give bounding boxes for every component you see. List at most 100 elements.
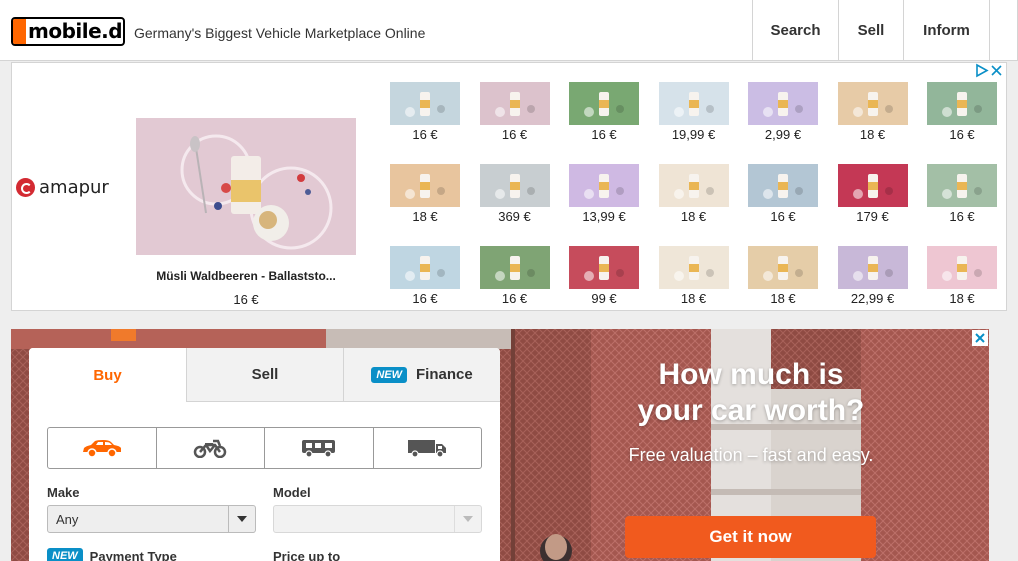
product-price: 18 €: [859, 127, 886, 142]
product-tile[interactable]: 18 €: [390, 164, 460, 246]
car-icon: [82, 440, 121, 458]
product-tile[interactable]: 19,99 €: [658, 82, 729, 164]
model-select[interactable]: [273, 505, 482, 533]
product-tile[interactable]: 18 €: [927, 246, 997, 328]
model-select-toggle[interactable]: [454, 506, 481, 532]
nav-sell[interactable]: Sell: [838, 0, 903, 61]
product-price: 18 €: [680, 291, 707, 306]
amapur-logo-icon: [16, 178, 35, 197]
product-tile[interactable]: 16 €: [479, 246, 550, 328]
product-image[interactable]: [837, 82, 908, 125]
product-price: 16 €: [949, 209, 975, 224]
featured-product-image[interactable]: [136, 118, 356, 255]
product-tile[interactable]: 16 €: [479, 82, 550, 164]
model-label: Model: [273, 485, 311, 500]
product-image[interactable]: [569, 164, 639, 207]
mobile-de-logo[interactable]: mobile.de: [11, 17, 125, 46]
product-tile[interactable]: 16 €: [390, 82, 460, 164]
product-tile[interactable]: 16 €: [748, 164, 818, 246]
product-price: 18 €: [949, 291, 975, 306]
product-tile[interactable]: 18 €: [658, 164, 729, 246]
price-up-to-label: Price up to: [273, 549, 341, 561]
tab-sell[interactable]: Sell: [186, 348, 343, 402]
tagline: Germany's Biggest Vehicle Marketplace On…: [134, 25, 426, 41]
product-tile[interactable]: 13,99 €: [569, 164, 639, 246]
product-image[interactable]: [390, 246, 460, 289]
product-tile[interactable]: 179 €: [837, 164, 908, 246]
product-image[interactable]: [569, 246, 639, 289]
product-image[interactable]: [748, 82, 818, 125]
product-tile[interactable]: 16 €: [927, 82, 997, 164]
product-image[interactable]: [748, 246, 818, 289]
product-price: 16 €: [412, 291, 438, 306]
product-price: 18 €: [770, 291, 796, 306]
product-image[interactable]: [837, 246, 908, 289]
product-image[interactable]: [390, 164, 460, 207]
make-select-toggle[interactable]: [228, 506, 255, 532]
logo-text: mobile.de: [28, 19, 125, 43]
product-tile[interactable]: 16 €: [927, 164, 997, 246]
nav-more[interactable]: [989, 0, 1018, 61]
product-tile[interactable]: 18 €: [837, 82, 908, 164]
logo-accent: [13, 19, 26, 44]
product-image[interactable]: [748, 164, 818, 207]
vehicle-type-car[interactable]: [48, 428, 156, 468]
make-label: Make: [47, 485, 80, 500]
search-tabs: Buy Sell NEW Finance: [29, 348, 500, 402]
make-select-value: Any: [56, 512, 79, 527]
product-price: 16 €: [501, 127, 528, 142]
product-image[interactable]: [390, 82, 460, 125]
make-select[interactable]: Any: [47, 505, 256, 533]
product-image[interactable]: [658, 246, 729, 289]
product-tile[interactable]: 16 €: [390, 246, 460, 328]
product-tile[interactable]: 99 €: [569, 246, 639, 328]
valuation-headline: How much is your car worth?: [501, 357, 989, 429]
product-image[interactable]: [927, 82, 997, 125]
product-image[interactable]: [569, 82, 639, 125]
nav-search[interactable]: Search: [752, 0, 838, 61]
amapur-logo[interactable]: amapur: [16, 177, 109, 198]
featured-product-title[interactable]: Müsli Waldbeeren - Ballaststo...: [136, 269, 356, 283]
product-price: 18 €: [412, 209, 438, 224]
chevron-down-icon: [237, 516, 247, 522]
product-price: 99 €: [591, 291, 617, 306]
product-price: 13,99 €: [582, 209, 626, 224]
motorbike-icon: [194, 439, 227, 458]
site-header: mobile.de Germany's Biggest Vehicle Mark…: [0, 0, 1018, 61]
product-image[interactable]: [479, 246, 550, 289]
product-image[interactable]: [927, 164, 997, 207]
valuation-subline: Free valuation – fast and easy.: [628, 445, 874, 465]
product-tile[interactable]: 2,99 €: [748, 82, 818, 164]
product-price: 369 €: [498, 209, 531, 224]
quick-search-panel: Buy Sell NEW Finance Make Any Model NEW …: [29, 348, 500, 561]
nav-inform[interactable]: Inform: [903, 0, 989, 61]
product-image[interactable]: [837, 164, 908, 207]
product-price: 16 €: [591, 127, 617, 142]
product-tile[interactable]: 16 €: [569, 82, 639, 164]
tab-buy[interactable]: Buy: [29, 348, 186, 402]
product-price: 19,99 €: [671, 127, 716, 142]
product-image[interactable]: [479, 82, 550, 125]
vehicle-type-motorbike[interactable]: [155, 428, 265, 468]
product-image[interactable]: [479, 164, 550, 207]
payment-new-badge: NEW: [47, 548, 83, 561]
product-grid: 16 € 16 € 16 € 19,99 € 2,99 € 18 € 16 € 18 € 369…: [390, 82, 997, 328]
vehicle-type-truck[interactable]: [372, 428, 482, 468]
product-price: 18 €: [680, 209, 707, 224]
vehicle-type-motorhome[interactable]: [264, 428, 373, 468]
brand-name: amapur: [39, 177, 109, 198]
product-tile[interactable]: 22,99 €: [837, 246, 908, 328]
muesli-jar-illustration: [180, 134, 333, 250]
product-ad-banner[interactable]: amapur Müsli Waldbeeren - Ballaststo... …: [11, 62, 1007, 311]
product-tile[interactable]: 18 €: [658, 246, 729, 328]
product-image[interactable]: [927, 246, 997, 289]
product-tile[interactable]: 369 €: [479, 164, 550, 246]
product-price: 2,99 €: [764, 127, 802, 142]
get-it-now-button[interactable]: Get it now: [625, 516, 876, 558]
product-tile[interactable]: 18 €: [748, 246, 818, 328]
product-image[interactable]: [658, 82, 729, 125]
close-ad-icon[interactable]: [972, 330, 988, 346]
product-image[interactable]: [658, 164, 729, 207]
adchoices-icon[interactable]: [974, 63, 1004, 78]
tab-finance[interactable]: NEW Finance: [343, 348, 500, 402]
